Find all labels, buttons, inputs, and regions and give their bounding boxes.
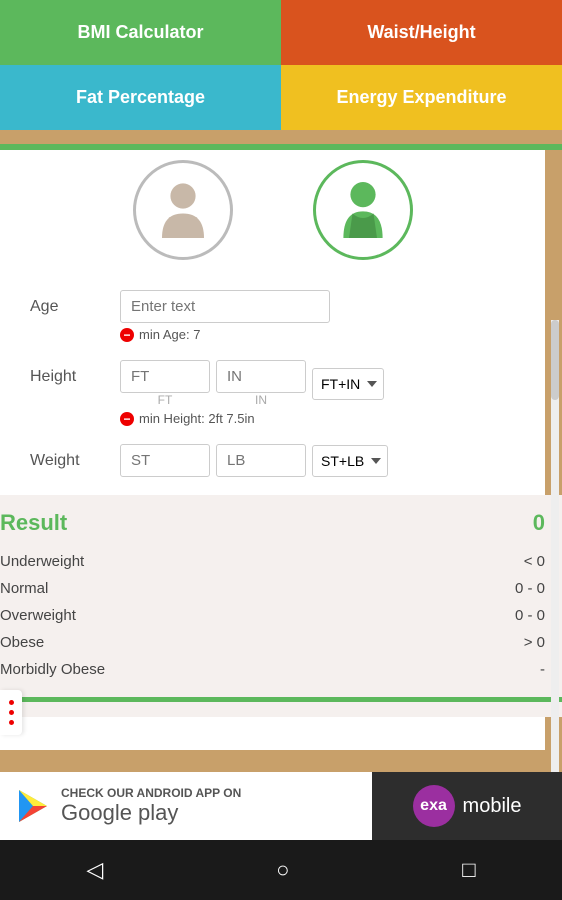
result-underweight-row: Underweight < 0 [0, 548, 545, 575]
dot-3 [9, 720, 14, 725]
dot-1 [9, 700, 14, 705]
ft-label: FT [158, 393, 173, 407]
height-row: Height FT IN FT+IN [0, 360, 545, 426]
home-button[interactable]: ○ [276, 857, 289, 883]
weight-inputs: ST+LB [120, 444, 515, 477]
side-dots-menu[interactable] [0, 690, 22, 735]
weight-row: Weight ST+LB [0, 444, 545, 477]
exa-logo: exa [413, 785, 455, 827]
underweight-range: < 0 [524, 553, 545, 570]
banner-check-text: CHECK OUR ANDROID APP ON [61, 786, 241, 800]
bottom-banner: CHECK OUR ANDROID APP ON Google play exa… [0, 772, 562, 840]
scrollbar-thumb[interactable] [551, 320, 559, 400]
fat-percentage-button[interactable]: Fat Percentage [0, 65, 281, 130]
bottom-navigation: ◁ ○ □ [0, 840, 562, 900]
height-in-input[interactable] [216, 360, 306, 393]
height-unit-select[interactable]: FT+IN [312, 368, 384, 400]
height-error-icon [120, 412, 134, 426]
recent-apps-button[interactable]: □ [462, 857, 475, 883]
dot-2 [9, 710, 14, 715]
in-label: IN [255, 393, 267, 407]
bmi-calculator-button[interactable]: BMI Calculator [0, 0, 281, 65]
age-error-icon [120, 328, 134, 342]
weight-lb-input[interactable] [216, 444, 306, 477]
result-obese-row: Obese > 0 [0, 629, 545, 656]
obese-label: Obese [0, 634, 44, 651]
result-morbidly-obese-row: Morbidly Obese - [0, 656, 545, 683]
exa-mobile-area[interactable]: exa mobile [372, 772, 562, 840]
banner-left: CHECK OUR ANDROID APP ON Google play [0, 786, 372, 826]
height-inputs: FT IN FT+IN min Height: 2ft 7.5in [120, 360, 515, 426]
overweight-label: Overweight [0, 607, 76, 624]
mobile-text: mobile [463, 795, 522, 818]
banner-text-area: CHECK OUR ANDROID APP ON Google play [61, 786, 241, 826]
result-value: 0 [533, 510, 545, 536]
result-overweight-row: Overweight 0 - 0 [0, 602, 545, 629]
result-label: Result [0, 510, 67, 536]
overweight-range: 0 - 0 [515, 607, 545, 624]
wood-bottom-gap [0, 750, 562, 770]
normal-range: 0 - 0 [515, 580, 545, 597]
height-label: Height [30, 360, 120, 386]
weight-unit-select[interactable]: ST+LB [312, 445, 388, 477]
progress-bar [0, 697, 562, 702]
age-row: Age min Age: 7 [0, 290, 545, 342]
result-header: Result 0 [0, 510, 545, 536]
waist-height-button[interactable]: Waist/Height [281, 0, 562, 65]
main-panel: Age min Age: 7 Height FT [0, 150, 545, 750]
weight-st-input[interactable] [120, 444, 210, 477]
weight-label: Weight [30, 444, 120, 470]
age-input[interactable] [120, 290, 330, 323]
underweight-label: Underweight [0, 553, 84, 570]
obese-range: > 0 [524, 634, 545, 651]
age-validation-text: min Age: 7 [139, 327, 200, 342]
result-section: Result 0 Underweight < 0 Normal 0 - 0 Ov… [0, 495, 562, 717]
height-ft-input[interactable] [120, 360, 210, 393]
morbidly-obese-range: - [540, 661, 545, 678]
male-avatar[interactable] [313, 160, 413, 260]
result-normal-row: Normal 0 - 0 [0, 575, 545, 602]
normal-label: Normal [0, 580, 48, 597]
female-avatar[interactable] [133, 160, 233, 260]
morbidly-obese-label: Morbidly Obese [0, 661, 105, 678]
age-inputs: min Age: 7 [120, 290, 515, 342]
wood-divider [0, 130, 562, 144]
energy-expenditure-button[interactable]: Energy Expenditure [281, 65, 562, 130]
back-button[interactable]: ◁ [86, 857, 103, 883]
age-label: Age [30, 290, 120, 316]
google-play-text: Google play [61, 800, 241, 826]
exa-text: exa [420, 797, 447, 815]
play-store-icon [15, 788, 51, 824]
height-validation-text: min Height: 2ft 7.5in [139, 411, 255, 426]
avatar-section [0, 160, 545, 260]
